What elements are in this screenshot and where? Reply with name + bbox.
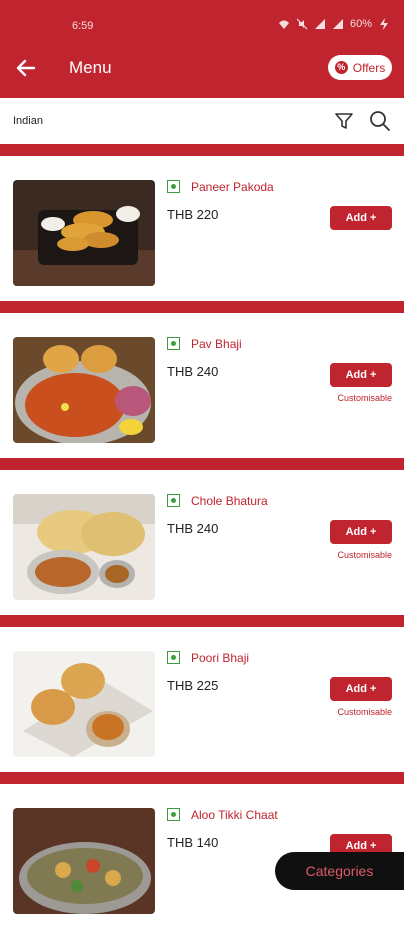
item-image[interactable]: [13, 651, 155, 757]
customisable-label: Customisable: [337, 550, 392, 560]
item-price: THB 225: [167, 678, 219, 693]
section-divider: [0, 772, 404, 784]
filter-icon[interactable]: [334, 111, 354, 131]
veg-indicator-icon: [167, 337, 180, 350]
item-image[interactable]: [13, 337, 155, 443]
menu-item: Chole Bhatura THB 240 Add + Customisable: [0, 470, 404, 615]
section-divider: [0, 458, 404, 470]
battery-level: 60%: [349, 18, 372, 30]
item-price: THB 240: [167, 364, 219, 379]
item-image[interactable]: [13, 808, 155, 914]
arrow-left-icon: [16, 59, 36, 77]
item-price: THB 240: [167, 521, 219, 536]
search-query[interactable]: Indian: [13, 115, 43, 127]
wifi-icon: [278, 18, 290, 30]
app-header: 6:59 60% Menu % Offers: [0, 0, 404, 98]
status-bar: 6:59 60%: [0, 0, 404, 52]
mute-icon: [296, 18, 308, 30]
page-title: Menu: [69, 58, 112, 77]
item-price: THB 220: [167, 207, 219, 222]
section-divider: [0, 301, 404, 313]
add-button[interactable]: Add +: [330, 520, 392, 544]
item-image[interactable]: [13, 180, 155, 286]
item-name: Poori Bhaji: [191, 651, 250, 665]
menu-item: Pav Bhaji THB 240 Add + Customisable: [0, 313, 404, 458]
veg-indicator-icon: [167, 651, 180, 664]
veg-indicator-icon: [167, 494, 180, 507]
offers-button[interactable]: % Offers: [328, 55, 392, 80]
item-name: Pav Bhaji: [191, 337, 242, 351]
veg-indicator-icon: [167, 808, 180, 821]
item-name: Chole Bhatura: [191, 494, 268, 508]
menu-item: Poori Bhaji THB 225 Add + Customisable: [0, 627, 404, 772]
offers-label: Offers: [352, 60, 386, 75]
status-icons: 60%: [278, 18, 390, 30]
item-name: Paneer Pakoda: [191, 180, 274, 194]
customisable-label: Customisable: [337, 393, 392, 403]
back-button[interactable]: [14, 56, 38, 80]
status-time: 6:59: [72, 20, 94, 32]
signal-icon-2: [332, 18, 344, 30]
item-image[interactable]: [13, 494, 155, 600]
item-price: THB 140: [167, 835, 219, 850]
section-divider: [0, 144, 404, 156]
section-divider: [0, 615, 404, 627]
signal-icon: [314, 18, 326, 30]
customisable-label: Customisable: [337, 707, 392, 717]
add-button[interactable]: Add +: [330, 206, 392, 230]
add-button[interactable]: Add +: [330, 363, 392, 387]
menu-item: Paneer Pakoda THB 220 Add +: [0, 156, 404, 301]
offers-percent-icon: %: [334, 61, 348, 74]
item-name: Aloo Tikki Chaat: [191, 808, 278, 822]
veg-indicator-icon: [167, 180, 180, 193]
search-icon[interactable]: [369, 110, 391, 132]
categories-button[interactable]: Categories: [275, 852, 404, 890]
add-button[interactable]: Add +: [330, 677, 392, 701]
battery-charging-icon: [378, 18, 390, 30]
